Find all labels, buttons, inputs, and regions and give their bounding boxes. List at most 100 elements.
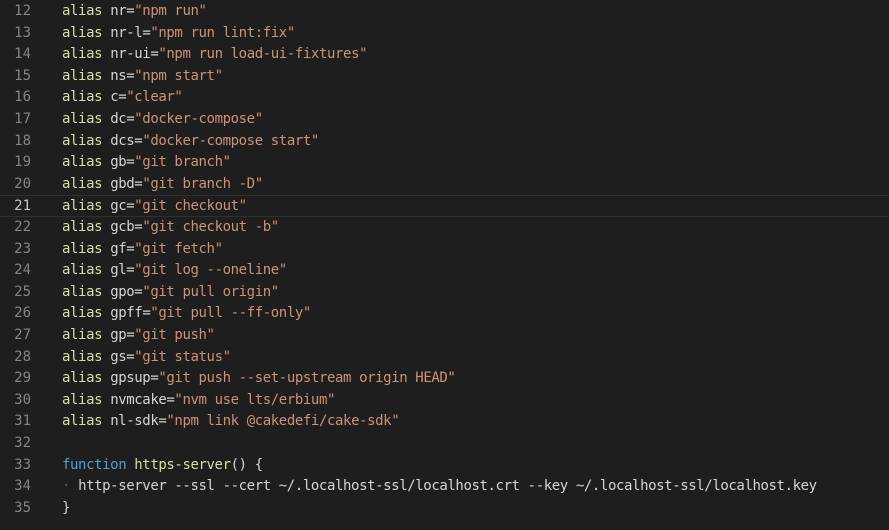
- alias-value-string: "git push --set-upstream origin HEAD": [158, 370, 456, 387]
- line-number: 22: [14, 219, 31, 235]
- code-text: alias gbd="git branch -D": [62, 174, 263, 196]
- line-number: 28: [14, 348, 31, 365]
- code-line[interactable]: 17 alias dc="docker-compose": [0, 109, 889, 131]
- alias-value-string: "docker-compose": [134, 111, 263, 127]
- code-line[interactable]: 26 alias gpff="git pull --ff-only": [0, 303, 889, 325]
- code-text: alias c="clear": [62, 87, 183, 109]
- whitespace-marker: [102, 176, 110, 192]
- alias-keyword: alias: [62, 198, 103, 215]
- alias-keyword: alias: [62, 3, 103, 19]
- line-number: 12: [14, 3, 31, 19]
- code-line[interactable]: 28 alias gs="git status": [0, 347, 889, 369]
- alias-value-string: "npm run": [134, 3, 207, 19]
- code-editor[interactable]: 12 alias nr="npm run" 13 alias nr-l="npm ru…: [0, 0, 889, 530]
- line-number: 23: [14, 240, 31, 257]
- code-line[interactable]: 23 alias gf="git fetch": [0, 239, 889, 261]
- code-line[interactable]: 19 alias gb="git branch": [0, 152, 889, 174]
- whitespace-marker: [102, 133, 110, 149]
- line-number: 24: [14, 262, 31, 279]
- code-line[interactable]: 13 alias nr-l="npm run lint:fix": [0, 23, 889, 45]
- code-line[interactable]: 30 alias nvmcake="nvm use lts/erbium": [0, 390, 889, 412]
- code-text: function https-server() {: [62, 455, 263, 477]
- alias-name: gpff: [110, 305, 143, 322]
- line-number: 21: [14, 198, 31, 215]
- code-text: alias nr-l="npm run lint:fix": [62, 23, 295, 45]
- code-line[interactable]: 27 alias gp="git push": [0, 325, 889, 347]
- alias-name: gc: [110, 198, 127, 215]
- alias-name: dcs: [110, 132, 135, 149]
- code-text: alias dcs="docker-compose start": [62, 131, 319, 153]
- whitespace-marker: [102, 68, 110, 84]
- alias-keyword: alias: [62, 240, 103, 257]
- alias-keyword: alias: [62, 132, 103, 149]
- whitespace-marker: [102, 327, 110, 343]
- alias-keyword: alias: [62, 24, 103, 41]
- code-text: alias dc="docker-compose": [62, 109, 263, 131]
- line-number: 32: [14, 435, 31, 451]
- alias-keyword: alias: [62, 391, 103, 408]
- line-number: 19: [14, 154, 31, 171]
- alias-keyword: alias: [62, 305, 103, 322]
- alias-name: gl: [110, 262, 127, 279]
- alias-name: gpsup: [110, 370, 151, 387]
- whitespace-marker: [102, 46, 110, 62]
- alias-name: nr-l: [110, 24, 143, 41]
- whitespace-marker: [102, 198, 110, 214]
- line-number: 14: [14, 46, 31, 63]
- code-line[interactable]: 32: [0, 433, 889, 455]
- alias-name: gs: [110, 348, 127, 365]
- alias-name: c: [110, 89, 119, 106]
- code-line[interactable]: 16 alias c="clear": [0, 87, 889, 109]
- code-text: alias nr-ui="npm run load-ui-fixtures": [62, 44, 368, 66]
- alias-name: nr: [110, 3, 127, 19]
- code-line[interactable]: 29 alias gpsup="git push --set-upstream o…: [0, 368, 889, 390]
- code-line[interactable]: 15 alias ns="npm start": [0, 66, 889, 88]
- whitespace-marker: [102, 154, 110, 170]
- alias-name: gbd: [110, 175, 135, 192]
- code-line[interactable]: 21 alias gc="git checkout": [0, 195, 889, 217]
- line-number: 16: [14, 89, 31, 106]
- code-text: alias nl-sdk="npm link @cakedefi/cake-sd…: [62, 411, 400, 433]
- whitespace-marker: [102, 349, 110, 365]
- alias-value-string: "git branch -D": [142, 175, 263, 192]
- whitespace-marker: [102, 262, 110, 278]
- code-line[interactable]: 14 alias nr-ui="npm run load-ui-fixtures": [0, 44, 889, 66]
- alias-keyword: alias: [62, 413, 103, 430]
- alias-value-string: "docker-compose start": [142, 132, 319, 149]
- code-line[interactable]: 12 alias nr="npm run": [0, 1, 889, 23]
- whitespace-marker: [102, 3, 110, 19]
- alias-keyword: alias: [62, 111, 103, 127]
- alias-keyword: alias: [62, 262, 103, 279]
- line-number: 29: [14, 370, 31, 387]
- code-text: alias gcb="git checkout -b": [62, 217, 279, 239]
- alias-value-string: "npm run load-ui-fixtures": [158, 46, 368, 63]
- code-line[interactable]: 34 · http-server --ssl --cert ~/.localhos…: [0, 476, 889, 498]
- line-number: 18: [14, 132, 31, 149]
- alias-name: nvmcake: [110, 391, 167, 408]
- line-number: 27: [14, 327, 31, 343]
- alias-value-string: "npm link @cakedefi/cake-sdk": [166, 413, 400, 430]
- code-line[interactable]: 31 alias nl-sdk="npm link @cakedefi/cake-…: [0, 411, 889, 433]
- code-line[interactable]: 33 function https-server() {: [0, 455, 889, 477]
- code-line[interactable]: 20 alias gbd="git branch -D": [0, 174, 889, 196]
- alias-value-string: "git pull --ff-only": [150, 305, 311, 322]
- code-text: · http-server --ssl --cert ~/.localhost-…: [62, 476, 817, 498]
- alias-keyword: alias: [62, 175, 103, 192]
- code-text: }: [62, 498, 70, 520]
- code-line[interactable]: 18 alias dcs="docker-compose start": [0, 131, 889, 153]
- alias-name: ns: [110, 67, 127, 84]
- whitespace-marker: [102, 111, 110, 127]
- line-number: 13: [14, 24, 31, 41]
- alias-value-string: "git checkout": [134, 198, 247, 215]
- code-text: alias gpo="git pull origin": [62, 282, 279, 304]
- code-line[interactable]: 22 alias gcb="git checkout -b": [0, 217, 889, 239]
- code-line[interactable]: 35}: [0, 498, 889, 520]
- alias-keyword: alias: [62, 89, 103, 106]
- whitespace-marker: [102, 241, 110, 257]
- alias-name: gcb: [110, 219, 135, 235]
- alias-value-string: "git fetch": [134, 240, 223, 257]
- indent-marker: ·: [62, 478, 79, 495]
- code-line[interactable]: 24 alias gl="git log --oneline": [0, 260, 889, 282]
- code-line[interactable]: 25 alias gpo="git pull origin": [0, 282, 889, 304]
- line-number: 35: [14, 499, 31, 516]
